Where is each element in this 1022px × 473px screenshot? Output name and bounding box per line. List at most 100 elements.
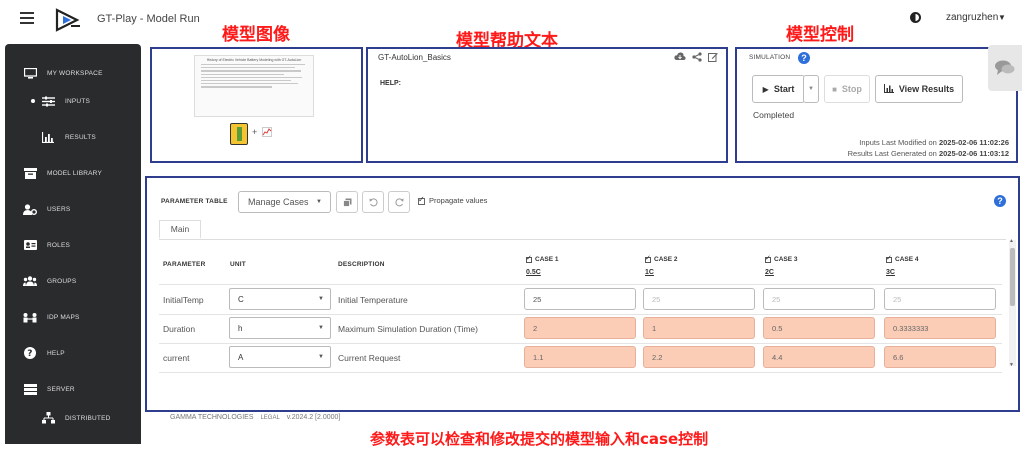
user-menu[interactable]: zangruzhen (946, 12, 998, 23)
id-card-icon (23, 239, 37, 251)
sidebar-item-label: MY WORKSPACE (47, 69, 103, 77)
unit-select[interactable]: h ▼ (229, 317, 331, 339)
tab-main[interactable]: Main (159, 220, 201, 239)
sidebar-item-idp-maps[interactable]: IDP MAPS (5, 305, 141, 329)
case-2-label[interactable]: 1C (645, 269, 654, 276)
table-scrollbar[interactable]: ▲ ▼ (1009, 238, 1016, 368)
bar-chart-icon (41, 131, 55, 143)
sidebar-item-users[interactable]: USERS (5, 197, 141, 221)
battery-icon (230, 123, 248, 145)
results-last-generated: Results Last Generated on 2025-02-06 11:… (847, 149, 1009, 158)
cloud-download-icon[interactable] (674, 52, 686, 65)
copy-button[interactable] (336, 191, 358, 213)
case-3-header[interactable]: CASE 3 (765, 254, 797, 263)
case-1-value-input[interactable]: 25 (524, 288, 636, 310)
scroll-down-icon[interactable]: ▼ (1009, 362, 1014, 368)
idp-map-icon (23, 311, 37, 323)
chat-icon[interactable] (988, 45, 1022, 91)
sidebar-item-distributed[interactable]: DISTRIBUTED (5, 406, 141, 430)
header-unit: UNIT (230, 261, 246, 268)
redo-button[interactable] (388, 191, 410, 213)
case-4-checkbox[interactable] (886, 254, 892, 263)
undo-button[interactable] (362, 191, 384, 213)
help-icon[interactable]: ? (798, 52, 810, 64)
case-2-value-input[interactable]: 1 (643, 317, 755, 339)
bar-chart-icon (883, 83, 894, 95)
sidebar-item-inputs[interactable]: INPUTS (5, 89, 141, 113)
sidebar-item-model-library[interactable]: MODEL LIBRARY (5, 161, 141, 185)
users-gear-icon (23, 203, 37, 215)
case-3-checkbox[interactable] (765, 254, 771, 263)
case-4-value-input[interactable]: 0.3333333 (884, 317, 996, 339)
share-icon[interactable] (692, 52, 702, 65)
chevron-down-icon[interactable]: ▼ (998, 13, 1006, 22)
stop-button[interactable]: ■ Stop (824, 75, 870, 103)
case-2-value-input[interactable]: 2.2 (643, 346, 755, 368)
case-4-label[interactable]: 3C (886, 269, 895, 276)
parameter-table-label: PARAMETER TABLE (161, 198, 228, 205)
chart-icon (262, 127, 272, 139)
edit-icon[interactable] (708, 52, 718, 65)
case-4-header[interactable]: CASE 4 (886, 254, 918, 263)
sidebar-item-label: ROLES (47, 241, 71, 249)
case-2-header[interactable]: CASE 2 (645, 254, 677, 263)
sidebar-item-help[interactable]: ? HELP (5, 341, 141, 365)
propagate-values-label: Propagate values (429, 196, 488, 205)
footer-legal-link[interactable]: LEGAL (260, 415, 279, 421)
sidebar-item-results[interactable]: RESULTS (5, 125, 141, 149)
sliders-icon (41, 95, 55, 107)
sidebar: MY WORKSPACE INPUTS RESULTS MODEL LIBRAR… (5, 44, 141, 444)
sidebar-item-my-workspace[interactable]: MY WORKSPACE (5, 61, 141, 85)
network-icon (41, 412, 55, 424)
sidebar-item-label: HELP (47, 349, 65, 357)
model-document-thumbnail[interactable]: History of Electric Vehicle Battery Mode… (194, 55, 314, 117)
sidebar-item-roles[interactable]: ROLES (5, 233, 141, 257)
start-button[interactable]: ▶ Start (752, 75, 805, 103)
view-results-button[interactable]: View Results (875, 75, 963, 103)
sidebar-item-label: DISTRIBUTED (65, 414, 111, 422)
simulation-label: SIMULATION (749, 54, 791, 61)
hamburger-menu-icon[interactable] (20, 12, 34, 24)
header-description: DESCRIPTION (338, 261, 385, 268)
group-icon (23, 275, 37, 287)
param-description: Maximum Simulation Duration (Time) (338, 324, 478, 334)
simulation-panel: SIMULATION ? ▶ Start ▼ ■ Stop View Results… (735, 47, 1018, 163)
sidebar-item-label: USERS (47, 205, 71, 213)
case-4-value-input[interactable]: 25 (884, 288, 996, 310)
server-icon (23, 383, 37, 395)
theme-toggle-icon[interactable] (910, 12, 921, 23)
case-4-value-input[interactable]: 6.6 (884, 346, 996, 368)
param-description: Current Request (338, 353, 401, 363)
sidebar-item-label: IDP MAPS (47, 313, 80, 321)
case-2-checkbox[interactable] (645, 254, 651, 263)
unit-select[interactable]: A ▼ (229, 346, 331, 368)
case-2-value-input[interactable]: 25 (643, 288, 755, 310)
case-3-value-input[interactable]: 4.4 (763, 346, 875, 368)
sidebar-item-groups[interactable]: GROUPS (5, 269, 141, 293)
propagate-values-checkbox[interactable] (418, 195, 425, 205)
unit-select[interactable]: C ▼ (229, 288, 331, 310)
help-icon[interactable]: ? (994, 195, 1006, 207)
stop-icon: ■ (832, 84, 837, 94)
doc-title: History of Electric Vehicle Battery Mode… (206, 58, 302, 62)
scroll-up-icon[interactable]: ▲ (1009, 238, 1014, 244)
monitor-icon (23, 67, 37, 79)
case-1-header[interactable]: CASE 1 (526, 254, 558, 263)
case-1-value-input[interactable]: 2 (524, 317, 636, 339)
manage-cases-select[interactable]: Manage Cases ▼ (238, 191, 331, 213)
case-1-label[interactable]: 0.5C (526, 269, 541, 276)
case-1-checkbox[interactable] (526, 254, 532, 263)
case-3-value-input[interactable]: 0.5 (763, 317, 875, 339)
sidebar-item-server[interactable]: SERVER (5, 377, 141, 401)
annotation-model-image: 模型图像 (222, 25, 290, 45)
start-options-dropdown[interactable]: ▼ (803, 75, 819, 103)
case-3-label[interactable]: 2C (765, 269, 774, 276)
footer: GAMMA TECHNOLOGIES LEGAL v.2024.2 [2.000… (170, 414, 345, 421)
case-1-value-input[interactable]: 1.1 (524, 346, 636, 368)
sidebar-item-label: INPUTS (65, 97, 91, 105)
help-label: HELP: (380, 80, 401, 87)
scrollbar-thumb[interactable] (1010, 248, 1015, 306)
footer-version: v.2024.2 [2.0000] (286, 414, 341, 421)
case-3-value-input[interactable]: 25 (763, 288, 875, 310)
gt-play-logo (55, 8, 80, 32)
